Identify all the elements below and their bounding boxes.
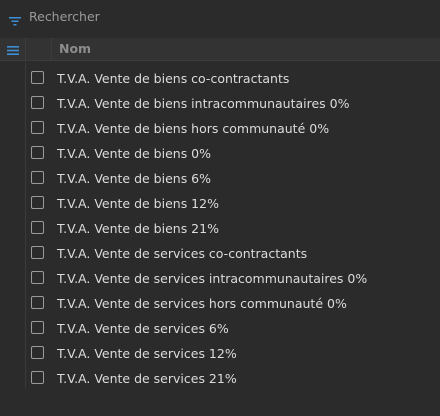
row-label: T.V.A. Vente de services hors communauté… <box>57 296 347 311</box>
row-label: T.V.A. Vente de services 12% <box>57 346 237 361</box>
grid-footer-space <box>0 388 440 416</box>
row-checkbox[interactable] <box>31 171 44 184</box>
table-row[interactable]: T.V.A. Vente de services 6% <box>0 317 440 342</box>
row-checkbox[interactable] <box>31 371 44 384</box>
column-header-nom[interactable]: Nom <box>59 41 91 56</box>
table-row[interactable]: T.V.A. Vente de services intracommunauta… <box>0 267 440 292</box>
table-row[interactable]: T.V.A. Vente de biens 0% <box>0 142 440 167</box>
row-label: T.V.A. Vente de biens 0% <box>57 146 212 161</box>
row-checkbox[interactable] <box>31 96 44 109</box>
row-label: T.V.A. Vente de biens intracommunautaire… <box>57 96 350 111</box>
row-checkbox[interactable] <box>31 346 44 359</box>
row-label: T.V.A. Vente de services 6% <box>57 321 229 336</box>
row-label: T.V.A. Vente de biens hors communauté 0% <box>57 121 330 136</box>
row-label: T.V.A. Vente de biens 21% <box>57 221 219 236</box>
row-label: T.V.A. Vente de services intracommunauta… <box>57 271 368 286</box>
column-menu-button[interactable] <box>0 38 26 60</box>
select-all-column-header <box>26 38 52 60</box>
row-checkbox[interactable] <box>31 121 44 134</box>
row-checkbox[interactable] <box>31 146 44 159</box>
row-checkbox[interactable] <box>31 321 44 334</box>
table-row[interactable]: T.V.A. Vente de biens 21% <box>0 217 440 242</box>
search-input[interactable] <box>29 6 409 26</box>
filter-icon[interactable] <box>9 11 21 26</box>
row-label: T.V.A. Vente de services 21% <box>57 371 237 386</box>
data-grid: Nom T.V.A. Vente de biens co-contractant… <box>0 38 440 388</box>
row-checkbox[interactable] <box>31 246 44 259</box>
table-row[interactable]: T.V.A. Vente de services co-contractants <box>0 242 440 267</box>
table-row[interactable]: T.V.A. Vente de biens 6% <box>0 167 440 192</box>
row-checkbox[interactable] <box>31 71 44 84</box>
search-bar <box>0 0 440 32</box>
row-label: T.V.A. Vente de biens 6% <box>57 171 212 186</box>
table-row[interactable]: T.V.A. Vente de biens intracommunautaire… <box>0 92 440 117</box>
table-row[interactable]: T.V.A. Vente de services 12% <box>0 342 440 367</box>
table-row[interactable]: T.V.A. Vente de biens co-contractants <box>0 67 440 92</box>
table-row[interactable]: T.V.A. Vente de services hors communauté… <box>0 292 440 317</box>
row-checkbox[interactable] <box>31 221 44 234</box>
row-label: T.V.A. Vente de services co-contractants <box>57 246 308 261</box>
grid-header: Nom <box>0 38 440 61</box>
hamburger-menu-icon <box>6 40 19 59</box>
row-checkbox[interactable] <box>31 296 44 309</box>
row-label: T.V.A. Vente de biens 12% <box>57 196 219 211</box>
table-row[interactable]: T.V.A. Vente de biens hors communauté 0% <box>0 117 440 142</box>
row-checkbox[interactable] <box>31 196 44 209</box>
table-row[interactable]: T.V.A. Vente de biens 12% <box>0 192 440 217</box>
row-checkbox[interactable] <box>31 271 44 284</box>
row-label: T.V.A. Vente de biens co-contractants <box>57 71 290 86</box>
